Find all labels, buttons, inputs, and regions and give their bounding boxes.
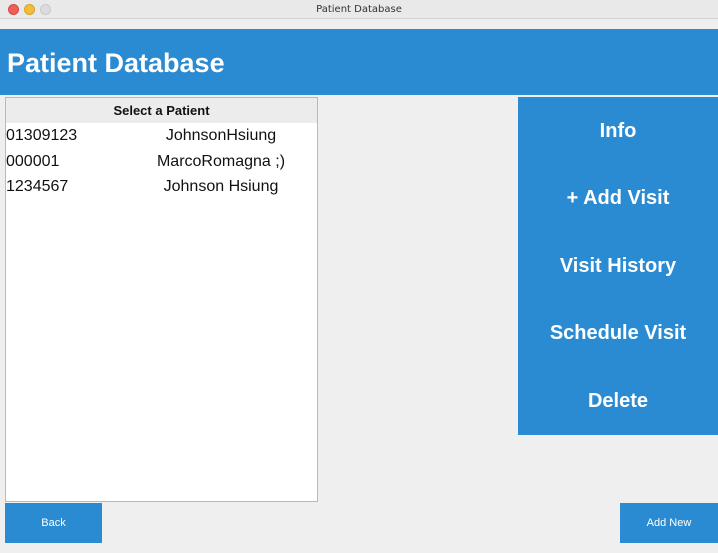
patient-id: 000001 — [6, 153, 60, 170]
add-new-button[interactable]: Add New — [620, 503, 718, 543]
patient-list[interactable]: 01309123 JohnsonHsiung 000001 MarcoRomag… — [6, 123, 317, 199]
patient-row[interactable]: 000001 MarcoRomagna ;) — [6, 149, 317, 174]
page-title: Patient Database — [7, 48, 225, 78]
app-header: Patient Database — [0, 29, 718, 95]
window-title: Patient Database — [316, 4, 402, 15]
app-window: Patient Database Patient Database Select… — [0, 0, 718, 553]
delete-button[interactable]: Delete — [518, 381, 718, 421]
info-button[interactable]: Info — [518, 111, 718, 151]
back-button[interactable]: Back — [5, 503, 102, 543]
visit-history-button[interactable]: Visit History — [518, 246, 718, 286]
add-visit-button[interactable]: + Add Visit — [518, 178, 718, 218]
title-bar: Patient Database — [0, 0, 718, 19]
patient-row[interactable]: 01309123 JohnsonHsiung — [6, 123, 317, 149]
schedule-visit-button[interactable]: Schedule Visit — [518, 313, 718, 353]
patient-list-panel[interactable]: Select a Patient 01309123 JohnsonHsiung … — [5, 97, 318, 502]
patient-name: JohnsonHsiung — [165, 127, 277, 144]
patient-row[interactable]: 1234567 Johnson Hsiung — [6, 174, 317, 199]
patient-name: Johnson Hsiung — [163, 178, 279, 195]
patient-id: 1234567 — [6, 178, 69, 195]
patient-id: 01309123 — [6, 127, 78, 144]
patient-name: MarcoRomagna ;) — [156, 153, 286, 170]
patient-list-header: Select a Patient — [6, 98, 317, 123]
actions-panel: Info + Add Visit Visit History Schedule … — [518, 97, 718, 435]
